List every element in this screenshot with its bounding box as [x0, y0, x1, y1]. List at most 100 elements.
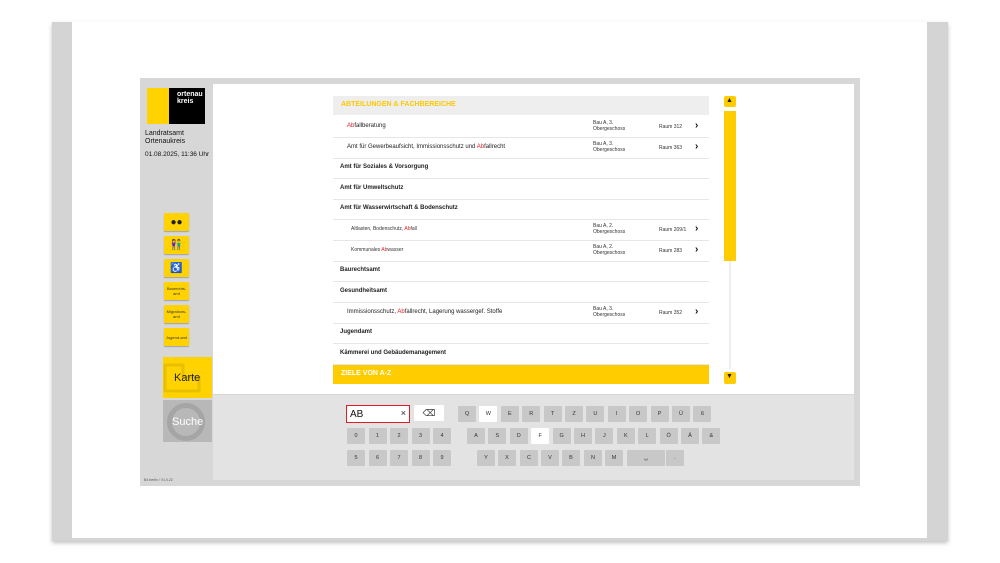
list-item-name: Amt für Gewerbeaufsicht, Immissionsschut…	[347, 144, 506, 150]
key[interactable]: ß	[693, 406, 712, 422]
room-label: Raum 283	[659, 248, 683, 254]
list-item-name: Altlasten, Bodenschutz, Abfall	[351, 226, 417, 232]
room-label: Raum 352	[659, 310, 683, 316]
key[interactable]: .	[666, 450, 684, 466]
room-label: Raum 209/1	[659, 227, 687, 233]
list-item[interactable]: Kommunales Abwasser Bau A, 2. Obergeschoss…	[333, 241, 709, 262]
key[interactable]: H	[574, 428, 592, 444]
chevron-right-icon[interactable]: ›	[695, 244, 698, 255]
scroll-down-button[interactable]: ▼	[724, 372, 736, 384]
key[interactable]: T	[543, 406, 562, 422]
list-item[interactable]: Immissionsschutz, Abfallrecht, Lagerung …	[333, 303, 709, 324]
key[interactable]: Q	[458, 406, 476, 422]
key[interactable]: Z	[565, 406, 583, 422]
key[interactable]: 3	[411, 428, 430, 444]
key[interactable]: 9	[433, 450, 451, 466]
key[interactable]: L	[638, 428, 657, 444]
key[interactable]: Ä	[681, 428, 699, 444]
scroll-thumb[interactable]	[724, 111, 736, 261]
key[interactable]: J	[595, 428, 614, 444]
org-name: Landratsamt Ortenaukreis	[145, 130, 186, 145]
list-item[interactable]: Baurechtsamt	[333, 261, 709, 282]
chevron-right-icon[interactable]: ›	[695, 223, 698, 234]
ziele-az-bar[interactable]: ZIELE VON A-Z	[333, 365, 709, 384]
key[interactable]: X	[498, 450, 516, 466]
building-label: Bau A, 3. Obergeschoss	[593, 306, 626, 318]
list-item[interactable]: Jugendamt	[333, 323, 709, 344]
key[interactable]: 2	[390, 428, 408, 444]
list-item[interactable]: Amt für Soziales & Vorsorgung	[333, 158, 709, 179]
key[interactable]: 8	[411, 450, 430, 466]
key[interactable]: N	[584, 450, 602, 466]
backspace-key[interactable]: ⌫	[414, 405, 444, 421]
building-label: Bau A, 2. Obergeschoss	[593, 223, 626, 235]
list-item-name: Baurechtsamt	[340, 267, 381, 273]
scroll-up-button[interactable]: ▲	[724, 96, 736, 107]
list-item[interactable]: Amt für Umweltschutz	[333, 179, 709, 200]
key[interactable]: G	[552, 428, 571, 444]
chat-bubbles-icon: ●●	[170, 216, 183, 228]
key[interactable]: 4	[433, 428, 451, 444]
list-item-name: Kämmerei und Gebäudemanagement	[340, 350, 447, 356]
key[interactable]: R	[522, 406, 541, 422]
key[interactable]: W	[479, 406, 498, 422]
building-label: Bau A, 2. Obergeschoss	[593, 244, 626, 256]
scroll-track[interactable]	[729, 261, 731, 369]
jugendamt-button[interactable]: Jugend-amt	[164, 328, 189, 346]
key[interactable]: E	[500, 406, 519, 422]
search-input[interactable]	[350, 408, 396, 420]
list-item[interactable]: Abfallberatung Bau A, 3. Obergeschoss Raum …	[333, 117, 709, 138]
key[interactable]: I	[607, 406, 626, 422]
key[interactable]: &	[702, 428, 721, 444]
list-item[interactable]: Altlasten, Bodenschutz, Abfall Bau A, 2. O…	[333, 220, 709, 241]
key[interactable]: Y	[477, 450, 495, 466]
key[interactable]: Ü	[672, 406, 690, 422]
list-item-name: Amt für Wasserwirtschaft & Bodenschutz	[340, 205, 458, 211]
backspace-icon: ⌫	[422, 408, 436, 418]
accessibility-button[interactable]: ♿	[164, 259, 189, 277]
list-item-name: Amt für Soziales & Vorsorgung	[340, 164, 429, 170]
key[interactable]: D	[509, 428, 528, 444]
key[interactable]: U	[586, 406, 605, 422]
key[interactable]: M	[605, 450, 623, 466]
version-label: B4 berlin / V1.0.22	[144, 478, 173, 482]
key[interactable]: K	[616, 428, 635, 444]
key[interactable]: 1	[368, 428, 387, 444]
restroom-button[interactable]: 👫	[164, 236, 189, 254]
datetime: 01.08.2025, 11:36 Uhr	[145, 151, 210, 158]
list-item[interactable]: Kämmerei und Gebäudemanagement	[333, 344, 709, 365]
key[interactable]: P	[650, 406, 669, 422]
key[interactable]: 5	[347, 450, 365, 466]
list-item[interactable]: Gesundheitsamt	[333, 282, 709, 303]
key[interactable]: F	[531, 428, 550, 444]
ortenaukreis-logo: ortenau kreis	[147, 88, 205, 124]
key[interactable]: O	[629, 406, 648, 422]
key[interactable]: B	[562, 450, 580, 466]
info-chat-button[interactable]: ●●	[164, 213, 189, 231]
key[interactable]: S	[488, 428, 507, 444]
key[interactable]: V	[541, 450, 559, 466]
room-label: Raum 312	[659, 124, 683, 130]
space-key[interactable]: ␣	[627, 450, 665, 466]
list-item-name: Immissionsschutz, Abfallrecht, Lagerung …	[347, 309, 503, 315]
key[interactable]: A	[467, 428, 485, 444]
baurechtsamt-button[interactable]: Baurechts-amt	[164, 282, 189, 300]
list-item-name: Jugendamt	[340, 329, 373, 335]
key[interactable]: 0	[347, 428, 365, 444]
clear-icon[interactable]: ×	[401, 408, 406, 418]
chevron-right-icon[interactable]: ›	[695, 120, 698, 131]
chevron-right-icon[interactable]: ›	[695, 306, 698, 317]
key[interactable]: 6	[368, 450, 387, 466]
list-item[interactable]: Amt für Gewerbeaufsicht, Immissionsschut…	[333, 138, 709, 159]
chevron-right-icon[interactable]: ›	[695, 141, 698, 152]
key[interactable]: 7	[390, 450, 408, 466]
key[interactable]: C	[520, 450, 538, 466]
search-input-box[interactable]: ×	[346, 405, 410, 423]
building-label: Bau A, 3. Obergeschoss	[593, 120, 626, 132]
karte-button[interactable]: Karte	[163, 357, 212, 398]
migrationsamt-button[interactable]: Migrations-amt	[164, 305, 189, 323]
suche-button[interactable]: Suche	[163, 400, 212, 442]
key[interactable]: Ö	[659, 428, 678, 444]
list-item[interactable]: Amt für Wasserwirtschaft & Bodenschutz	[333, 199, 709, 220]
wheelchair-icon: ♿	[170, 262, 183, 274]
